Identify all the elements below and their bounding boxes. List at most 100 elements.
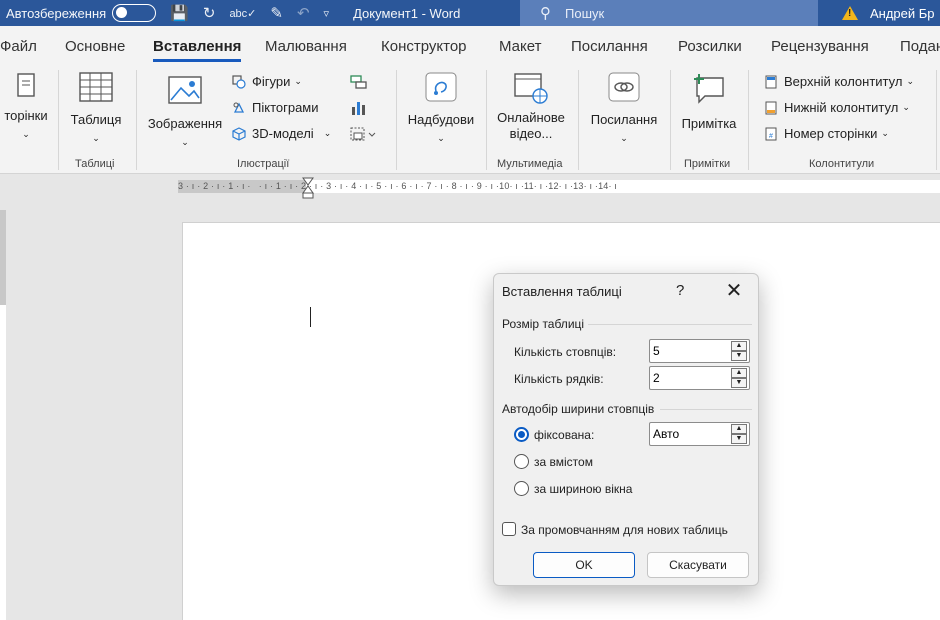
table-icon	[79, 72, 113, 102]
chevron-down-icon: ⌄	[881, 128, 889, 138]
autofit-window-label: за шириною вікна	[534, 482, 633, 496]
fixed-width-label: фіксована:	[534, 428, 595, 442]
pages-button[interactable]: торінки ⌄	[0, 72, 52, 142]
chevron-down-icon: ⌄	[906, 76, 915, 86]
group-label-media: Мультимедіа	[497, 158, 563, 170]
columns-spinner[interactable]: ▲ ▼	[649, 339, 750, 363]
shapes-button[interactable]: Фігури ⌄	[232, 74, 302, 89]
fixed-width-up-button[interactable]: ▲	[731, 424, 747, 434]
cube-icon	[232, 126, 246, 141]
ribbon-tabs: Файл Основне Вставлення Малювання Констр…	[0, 26, 940, 64]
cancel-button[interactable]: Скасувати	[647, 552, 749, 578]
tab-references[interactable]: Посилання	[571, 38, 648, 55]
search-box[interactable]: ⚲ Пошук	[520, 0, 818, 26]
comment-button[interactable]: Примітка	[676, 72, 742, 132]
tab-mailings[interactable]: Розсилки	[678, 38, 742, 55]
tab-draw[interactable]: Малювання	[265, 38, 347, 55]
ok-button[interactable]: OK	[533, 552, 635, 578]
header-icon	[765, 75, 777, 88]
tab-review[interactable]: Рецензування	[771, 38, 869, 55]
page-number-label: Номер сторінки	[784, 126, 878, 141]
page-number-button[interactable]: # Номер сторінки ⌄	[764, 126, 889, 141]
customize-toolbar-icon[interactable]: ▿	[324, 7, 330, 20]
save-icon[interactable]: 💾	[170, 4, 189, 22]
shapes-label: Фігури	[252, 74, 291, 89]
online-video-label: Онлайнове	[497, 110, 565, 125]
tab-file[interactable]: Файл	[0, 38, 37, 55]
vertical-ruler-margin	[0, 210, 6, 305]
undo-refresh-icon[interactable]: ↻	[203, 4, 216, 22]
links-button[interactable]: Посилання ⌄	[584, 72, 664, 146]
icons-icon	[233, 102, 245, 113]
fixed-width-down-button[interactable]: ▼	[731, 434, 747, 444]
chevron-down-icon: ⌄	[437, 133, 445, 143]
tab-home[interactable]: Основне	[65, 38, 125, 55]
icons-label: Піктограми	[252, 100, 319, 115]
online-video-icon	[514, 73, 548, 104]
header-button[interactable]: Верхній колонтитул ⌄	[764, 74, 914, 89]
autosave-toggle[interactable]	[112, 4, 157, 22]
spelling-icon[interactable]: abc✓	[229, 7, 256, 20]
fixed-width-spinner[interactable]: ▲ ▼	[649, 422, 750, 446]
icons-button[interactable]: Піктограми	[232, 100, 319, 115]
remember-label: За промовчанням для нових таблиць	[521, 523, 728, 537]
rows-spinner[interactable]: ▲ ▼	[649, 366, 750, 390]
chevron-down-icon: ⌄	[181, 137, 189, 147]
autofit-window-radio[interactable]	[514, 481, 529, 496]
fixed-width-radio[interactable]	[514, 427, 529, 442]
autofit-content-radio[interactable]	[514, 454, 529, 469]
pictures-label: Зображення	[147, 116, 223, 131]
online-video-label-2: відео...	[509, 126, 553, 141]
link-icon	[608, 72, 640, 102]
section-divider	[660, 409, 752, 410]
3d-models-button[interactable]: 3D-моделі ⌄	[232, 126, 331, 141]
warning-icon	[842, 6, 858, 20]
links-label: Посилання	[590, 112, 658, 127]
online-video-button[interactable]: Онлайнове відео...	[490, 72, 572, 142]
separator	[486, 70, 487, 170]
vertical-ruler[interactable]	[0, 210, 6, 620]
user-name: Андрей Бр	[870, 5, 935, 21]
columns-label: Кількість стовпців:	[514, 345, 617, 359]
rows-down-button[interactable]: ▼	[731, 378, 747, 388]
redo-icon[interactable]: ↶	[297, 4, 310, 22]
rows-label: Кількість рядків:	[514, 372, 604, 386]
ruler-marks: 3 · ı · 2 · ı · 1 · ı · · ı · 1 · ı · 2 …	[178, 181, 618, 191]
addins-button[interactable]: Надбудови ⌄	[402, 72, 480, 146]
tab-layout[interactable]: Макет	[499, 38, 541, 55]
addins-label: Надбудови	[407, 112, 475, 127]
columns-input[interactable]	[653, 342, 731, 360]
footer-button[interactable]: Нижній колонтитул ⌄	[764, 100, 910, 115]
table-button[interactable]: Таблиця ⌄	[64, 72, 128, 146]
tab-design[interactable]: Конструктор	[381, 38, 467, 55]
horizontal-ruler[interactable]: 3 · ı · 2 · ı · 1 · ı · · ı · 1 · ı · 2 …	[178, 177, 940, 199]
remember-checkbox[interactable]	[502, 522, 516, 536]
user-account[interactable]: Андрей Бр	[842, 0, 935, 26]
chart-icon[interactable]	[350, 100, 368, 116]
rows-up-button[interactable]: ▲	[731, 368, 747, 378]
autofit-section-label: Автодобір ширини стовпців	[502, 402, 659, 416]
dialog-title: Вставлення таблиці	[502, 284, 622, 299]
screenshot-icon[interactable]	[350, 126, 376, 142]
fixed-width-input[interactable]	[653, 425, 731, 443]
columns-up-button[interactable]: ▲	[731, 341, 747, 351]
autofit-content-label: за вмістом	[534, 455, 593, 469]
pictures-button[interactable]: Зображення ⌄	[142, 76, 228, 150]
ribbon: торінки ⌄ Таблиця ⌄ Таблиці Зображення ⌄…	[0, 64, 940, 174]
footer-icon	[765, 101, 777, 114]
group-label-header-footer: Колонтитули	[809, 158, 875, 170]
columns-down-button[interactable]: ▼	[731, 351, 747, 361]
rows-input[interactable]	[653, 369, 731, 387]
edit-icon[interactable]: ✎	[270, 4, 283, 22]
tab-insert[interactable]: Вставлення	[153, 38, 242, 62]
smartart-icon[interactable]	[350, 74, 368, 90]
indent-marker-icon[interactable]	[302, 177, 314, 199]
close-button[interactable]: ✕	[722, 278, 746, 303]
help-button[interactable]: ?	[676, 282, 684, 299]
3d-models-label: 3D-моделі	[252, 126, 314, 141]
chevron-down-icon: ⌄	[92, 133, 100, 143]
chevron-down-icon: ⌄	[902, 102, 910, 112]
tab-view[interactable]: Подан	[900, 38, 940, 55]
comment-icon	[694, 74, 724, 104]
section-divider	[586, 324, 752, 325]
